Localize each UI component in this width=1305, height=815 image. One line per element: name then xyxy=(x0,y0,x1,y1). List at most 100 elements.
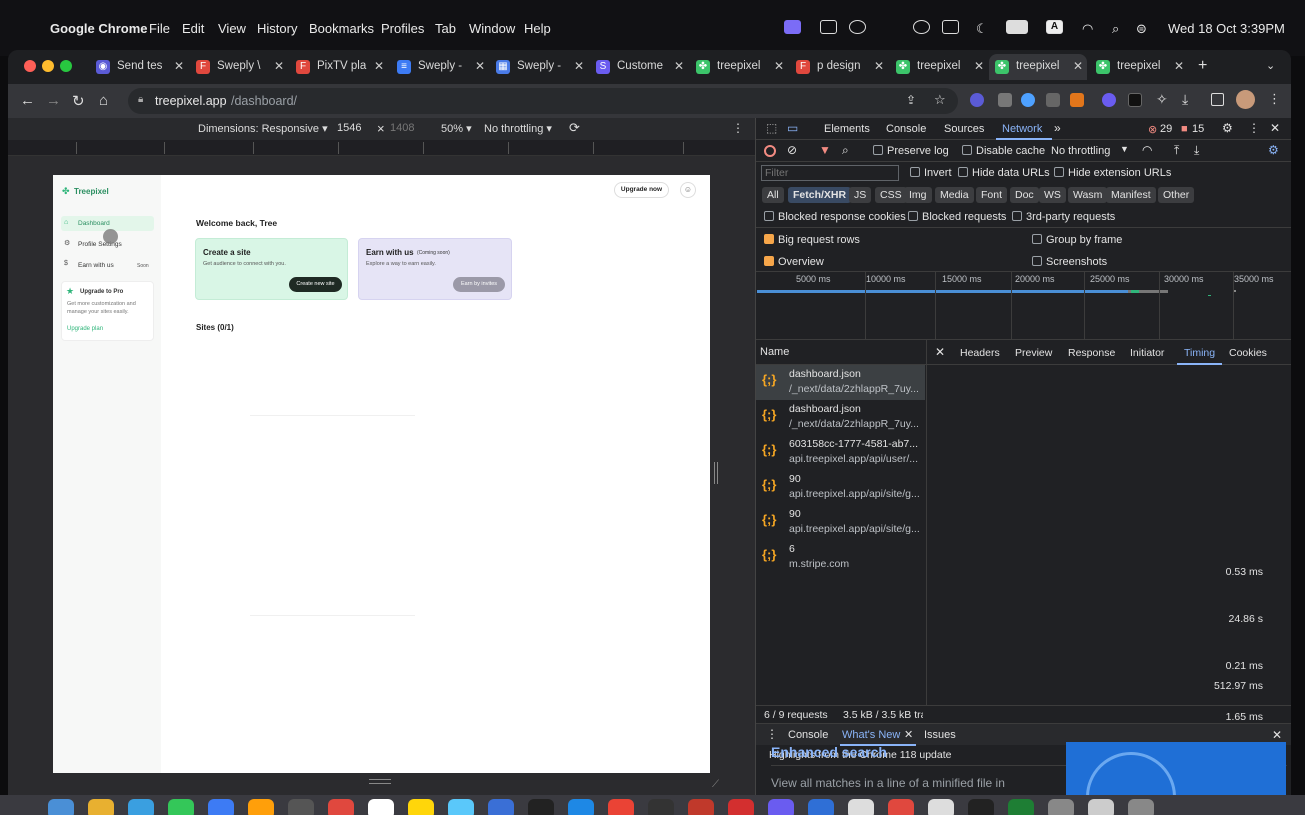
overview-timeline[interactable]: 5000 ms 10000 ms 15000 ms 20000 ms 25000 ms 3… xyxy=(756,272,1291,340)
home-icon[interactable]: ⌂ xyxy=(99,92,108,109)
tab-console[interactable]: Console xyxy=(886,123,926,135)
drawer-tab-whats-new[interactable]: What's New xyxy=(842,729,900,741)
dock-app-icon[interactable] xyxy=(248,799,274,815)
dock-app-icon[interactable] xyxy=(1008,799,1034,815)
throttling-select[interactable]: No throttling ▾ xyxy=(484,122,552,135)
preserve-log-checkbox[interactable]: Preserve log xyxy=(873,145,949,157)
dock-app-icon[interactable] xyxy=(1128,799,1154,815)
browser-tab[interactable]: ✤ treepixel ✕ xyxy=(890,54,988,80)
type-filter-ws[interactable]: WS xyxy=(1039,187,1066,203)
omnibox[interactable]: 🔒︎ treepixel.app /dashboard/ ⇪ ☆ xyxy=(128,88,958,114)
name-column-header[interactable]: Name xyxy=(756,340,927,365)
filter-icon[interactable]: ▼ xyxy=(819,143,831,157)
request-row[interactable]: {;} dashboard.json /_next/data/2zhlappR_7u… xyxy=(756,400,925,435)
camera-extension-icon[interactable] xyxy=(998,93,1012,107)
inspect-icon[interactable]: ⬚ xyxy=(766,121,777,135)
invert-checkbox[interactable]: Invert xyxy=(910,167,952,179)
site-logo[interactable]: Treepixel xyxy=(74,187,109,196)
detail-tab-headers[interactable]: Headers xyxy=(960,347,1000,359)
dock-app-icon[interactable] xyxy=(408,799,434,815)
export-har-icon[interactable]: ⤓ xyxy=(1194,143,1199,158)
drawer-menu-icon[interactable]: ⋮ xyxy=(766,727,778,741)
enhanced-search-title[interactable]: Enhanced search xyxy=(771,744,887,760)
browser-tab[interactable]: ▦ Sweply - ✕ xyxy=(490,54,588,80)
menu-file[interactable]: File xyxy=(149,21,170,36)
spotlight-icon[interactable]: ⌕ xyxy=(1112,21,1119,37)
share-icon[interactable] xyxy=(849,20,866,34)
resize-handle-bottom[interactable] xyxy=(369,779,391,784)
overview-checkbox[interactable]: Overview xyxy=(764,256,824,268)
network-settings-icon[interactable]: ⚙ xyxy=(1268,143,1279,157)
browser-tab[interactable]: F Sweply \ ✕ xyxy=(190,54,288,80)
dock-app-icon[interactable] xyxy=(128,799,154,815)
tab-elements[interactable]: Elements xyxy=(824,123,870,135)
clear-icon[interactable]: ⊘ xyxy=(787,143,797,157)
big-request-rows-checkbox[interactable]: Big request rows xyxy=(764,234,860,246)
detail-tab-timing[interactable]: Timing xyxy=(1184,347,1215,359)
earn-by-invites-button[interactable]: Earn by invites xyxy=(453,277,505,292)
extension-icon[interactable] xyxy=(1021,93,1035,107)
dock-app-icon[interactable] xyxy=(88,799,114,815)
clock[interactable]: Wed 18 Oct 3:39PM xyxy=(1168,21,1285,36)
control-center-icon[interactable]: ⊜ xyxy=(1136,21,1147,37)
dock-app-icon[interactable] xyxy=(968,799,994,815)
dock-app-icon[interactable] xyxy=(808,799,834,815)
extension-icon[interactable] xyxy=(1046,93,1060,107)
request-row[interactable]: {;} 6 m.stripe.com xyxy=(756,540,925,575)
import-har-icon[interactable]: ⤒ xyxy=(1174,143,1179,158)
rotate-icon[interactable]: ⟳ xyxy=(569,120,580,136)
dock-app-icon[interactable] xyxy=(168,799,194,815)
puzzle-icon[interactable]: ✧ xyxy=(1156,91,1168,108)
record-icon[interactable] xyxy=(764,145,776,157)
tab-close-icon[interactable]: ✕ xyxy=(174,59,184,73)
error-count[interactable]: 29 xyxy=(1160,123,1172,135)
disable-cache-checkbox[interactable]: Disable cache xyxy=(962,145,1045,157)
dock-app-icon[interactable] xyxy=(728,799,754,815)
detail-tab-response[interactable]: Response xyxy=(1068,347,1115,359)
dock-app-icon[interactable] xyxy=(568,799,594,815)
search-icon[interactable]: ⌕ xyxy=(842,143,849,158)
type-filter-manifest[interactable]: Manifest xyxy=(1106,187,1156,203)
create-new-site-button[interactable]: Create new site xyxy=(289,277,342,292)
moon-icon[interactable]: ☾ xyxy=(976,21,988,37)
warning-count[interactable]: 15 xyxy=(1192,123,1204,135)
request-row[interactable]: {;} dashboard.json /_next/data/2zhlappR_7u… xyxy=(756,365,925,400)
tab-close-icon[interactable]: ✕ xyxy=(1174,59,1184,73)
tab-close-icon[interactable]: ✕ xyxy=(1073,59,1083,73)
hide-extension-urls-checkbox[interactable]: Hide extension URLs xyxy=(1054,167,1171,179)
battery-icon[interactable] xyxy=(1006,20,1028,34)
dock-app-icon[interactable] xyxy=(888,799,914,815)
tab-close-icon[interactable]: ✕ xyxy=(574,59,584,73)
tab-close-icon[interactable]: ✕ xyxy=(774,59,784,73)
browser-tab[interactable]: ✤ treepixel ✕ xyxy=(690,54,788,80)
wifi-icon[interactable]: ◠ xyxy=(1082,21,1093,37)
menu-bookmarks[interactable]: Bookmarks xyxy=(309,21,374,36)
resize-handle-right[interactable] xyxy=(714,462,718,484)
browser-tab[interactable]: F PixTV pla ✕ xyxy=(290,54,388,80)
close-window-icon[interactable] xyxy=(24,60,36,72)
close-devtools-icon[interactable]: ✕ xyxy=(1270,121,1280,135)
input-source-icon[interactable]: A xyxy=(1046,20,1063,34)
type-filter-media[interactable]: Media xyxy=(935,187,974,203)
request-row[interactable]: {;} 603158cc-1777-4581-ab7... api.treepixe… xyxy=(756,435,925,470)
dock-app-icon[interactable] xyxy=(448,799,474,815)
menu-tab[interactable]: Tab xyxy=(435,21,456,36)
request-row[interactable]: {;} 90 api.treepixel.app/api/site/g... xyxy=(756,505,925,540)
side-panel-icon[interactable] xyxy=(1211,93,1224,106)
tab-close-icon[interactable]: ✕ xyxy=(874,59,884,73)
type-filter-css[interactable]: CSS xyxy=(875,187,907,203)
type-filter-wasm[interactable]: Wasm xyxy=(1068,187,1108,203)
detail-tab-cookies[interactable]: Cookies xyxy=(1229,347,1267,359)
dock-app-icon[interactable] xyxy=(208,799,234,815)
settings-gear-icon[interactable]: ⚙ xyxy=(1222,121,1233,135)
screenshots-checkbox[interactable]: Screenshots xyxy=(1032,256,1107,268)
browser-tab[interactable]: S Custome ✕ xyxy=(590,54,688,80)
close-detail-icon[interactable]: ✕ xyxy=(935,345,945,359)
devtools-more-icon[interactable]: ⋮ xyxy=(1248,121,1260,135)
close-drawer-icon[interactable]: ✕ xyxy=(1272,728,1282,742)
detail-tab-preview[interactable]: Preview xyxy=(1015,347,1052,359)
dock-app-icon[interactable] xyxy=(688,799,714,815)
screen-record-icon[interactable] xyxy=(784,20,801,34)
zoom-select[interactable]: 50% ▾ xyxy=(441,122,472,135)
dock-app-icon[interactable] xyxy=(48,799,74,815)
